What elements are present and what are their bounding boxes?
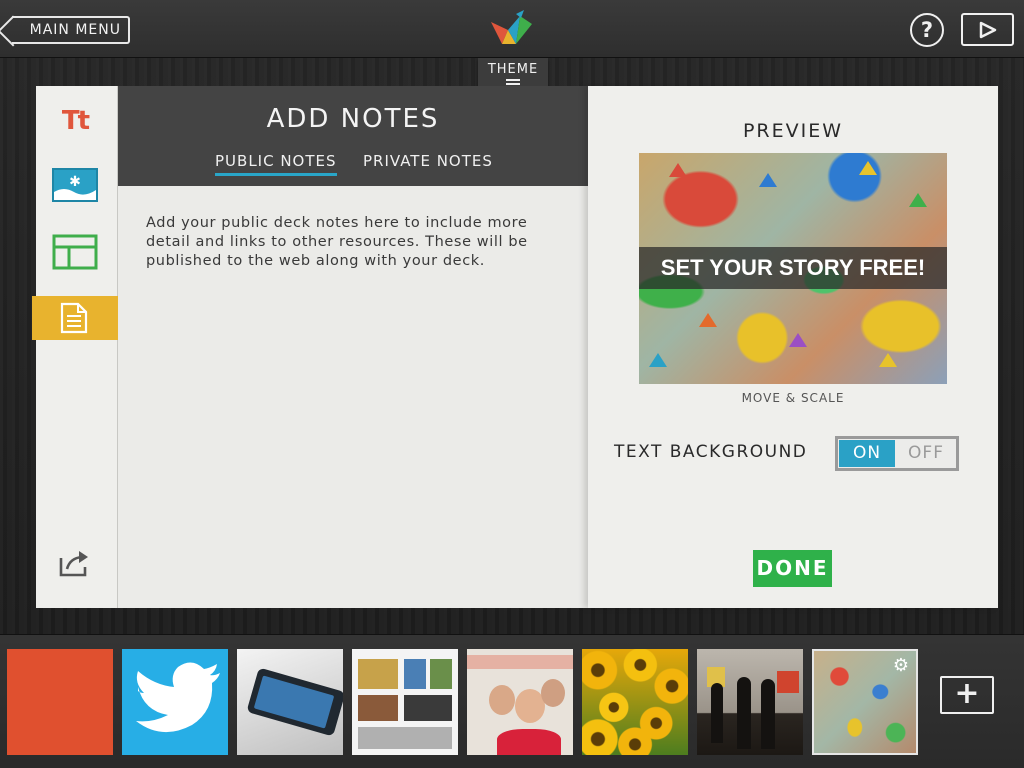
notes-textarea[interactable]: Add your public deck notes here to inclu…	[146, 214, 566, 271]
slide-thumbnail-paper-cranes[interactable]: ⚙	[812, 649, 918, 755]
painting-shape	[777, 671, 799, 693]
notes-tool-button[interactable]	[32, 296, 132, 340]
silhouette-shape	[761, 679, 775, 749]
slide-thumbnail-twitter[interactable]	[122, 649, 228, 755]
web-image-block	[358, 659, 398, 689]
toggle-on[interactable]: ON	[839, 440, 895, 467]
haiku-deck-logo-icon	[491, 10, 532, 44]
share-icon	[59, 551, 88, 577]
text-background-toggle[interactable]: ON OFF	[835, 436, 959, 471]
slide-thumbnail-gallery[interactable]	[697, 649, 803, 755]
text-tool-button[interactable]: Tt	[52, 106, 98, 142]
crane-shape	[879, 353, 897, 367]
crane-shape	[699, 313, 717, 327]
preview-panel: PREVIEW SET YOUR STORY FREE! MOVE & SCAL…	[588, 86, 998, 608]
web-image-block	[404, 659, 426, 689]
top-bar: MAIN MENU ?	[0, 0, 1024, 58]
crane-shape	[759, 173, 777, 187]
twitter-bird-icon	[136, 662, 220, 733]
svg-text:✱: ✱	[69, 174, 81, 190]
help-icon: ?	[920, 18, 934, 42]
main-menu-button[interactable]: MAIN MENU	[12, 16, 130, 44]
notes-header: ADD NOTES PUBLIC NOTES PRIVATE NOTES	[118, 86, 588, 186]
crane-shape	[789, 333, 807, 347]
theme-label: THEME	[487, 62, 539, 77]
face-shape	[541, 679, 565, 707]
silhouette-shape	[737, 677, 751, 749]
image-tool-button[interactable]: ✱	[52, 168, 98, 204]
layout-icon	[52, 234, 98, 270]
tab-private-notes[interactable]: PRIVATE NOTES	[363, 152, 493, 173]
tool-sidebar: Tt ✱	[32, 86, 132, 608]
add-slide-button[interactable]: +	[940, 676, 994, 714]
move-scale-label: MOVE & SCALE	[741, 391, 845, 405]
main-menu-label: MAIN MENU	[29, 22, 121, 38]
boa-shape	[497, 729, 561, 755]
crane-shape	[909, 193, 927, 207]
slide-thumbnail-website[interactable]	[352, 649, 458, 755]
text-background-label: TEXT BACKGROUND	[614, 442, 808, 462]
web-image-block	[358, 695, 398, 721]
plus-icon: +	[954, 676, 980, 711]
slide-thumbnail-photo-booth[interactable]	[467, 649, 573, 755]
share-button[interactable]	[58, 548, 90, 578]
play-button[interactable]	[961, 13, 1014, 46]
toggle-off[interactable]: OFF	[896, 439, 956, 468]
web-image-block	[358, 727, 452, 749]
slide-filmstrip: ⚙ +	[0, 634, 1024, 768]
crane-shape	[669, 163, 687, 177]
layout-tool-button[interactable]	[52, 234, 98, 270]
notes-panel: ADD NOTES PUBLIC NOTES PRIVATE NOTES Add…	[118, 86, 588, 608]
web-image-block	[404, 695, 452, 721]
preview-image[interactable]: SET YOUR STORY FREE!	[639, 153, 947, 384]
face-shape	[489, 685, 515, 715]
tab-public-notes[interactable]: PUBLIC NOTES	[215, 152, 337, 176]
slide-thumbnail-sunflowers[interactable]	[582, 649, 688, 755]
silhouette-shape	[711, 683, 723, 743]
preview-title: PREVIEW	[742, 120, 844, 142]
crane-shape	[859, 161, 877, 175]
notes-title: ADD NOTES	[266, 104, 440, 134]
gear-icon[interactable]: ⚙	[892, 657, 910, 675]
slide-thumbnail-orange[interactable]	[7, 649, 113, 755]
web-image-block	[430, 659, 452, 689]
image-icon: ✱	[52, 168, 98, 202]
play-icon	[979, 21, 996, 38]
slide-thumbnail-phone[interactable]	[237, 649, 343, 755]
text-tt-icon: Tt	[61, 106, 90, 136]
menu-lines-icon	[506, 79, 520, 85]
help-button[interactable]: ?	[910, 13, 944, 47]
banner-shape	[467, 655, 573, 669]
preview-caption: SET YOUR STORY FREE!	[639, 247, 947, 289]
notes-icon	[60, 302, 88, 334]
done-button[interactable]: DONE	[753, 550, 832, 587]
crane-shape	[649, 353, 667, 367]
